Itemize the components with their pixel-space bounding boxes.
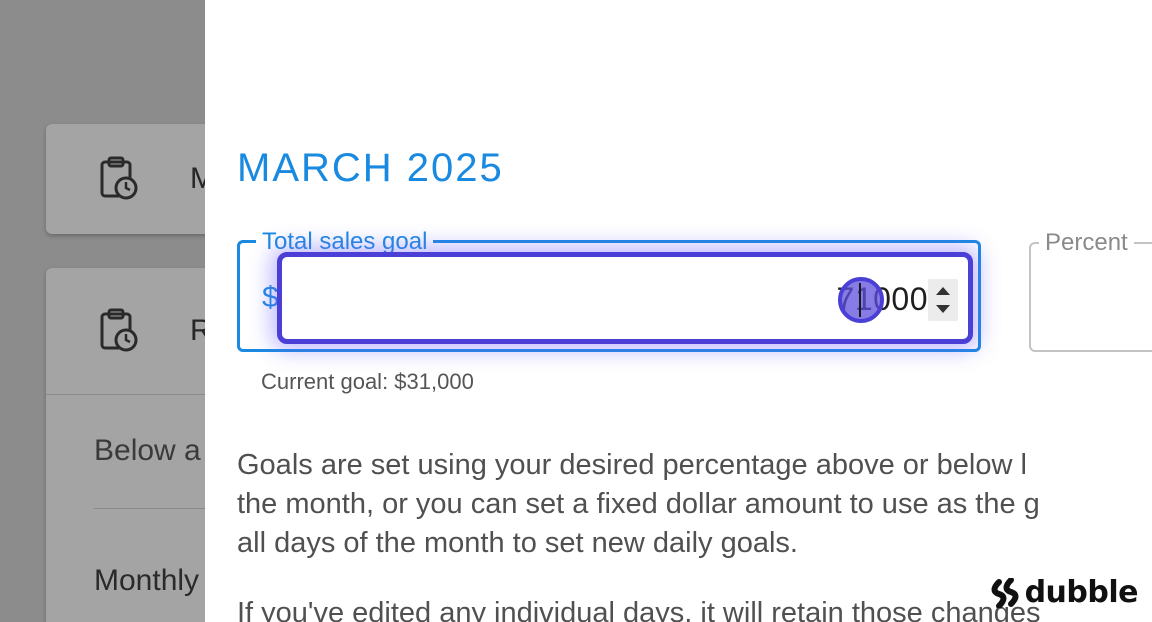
total-sales-goal-input[interactable]: 71000 (277, 252, 973, 344)
description-line: Goals are set using your desired percent… (237, 449, 1027, 481)
goal-description: Goals are set using your desired percent… (237, 446, 1152, 563)
percent-label: Percent (1039, 228, 1134, 258)
dubble-watermark: dubble (991, 575, 1139, 610)
description-line: the month, or you can set a fixed dollar… (237, 488, 1040, 520)
dubble-logo-icon (991, 577, 1019, 608)
click-indicator (838, 277, 884, 323)
stepper-down-icon[interactable] (936, 305, 950, 313)
text-cursor (859, 283, 861, 317)
clipboard-clock-icon (100, 156, 138, 200)
number-stepper[interactable] (928, 279, 958, 321)
stepper-up-icon[interactable] (936, 287, 950, 295)
background-text: Below a (94, 434, 201, 467)
month-title: MARCH 2025 (237, 146, 504, 190)
background-text: Monthly (94, 564, 200, 597)
watermark-text: dubble (1024, 575, 1139, 610)
goal-drawer: MARCH 2025 Total sales goal $ 71000 Curr… (205, 0, 1152, 622)
screen: M R Below a Monthly MARCH 2025 Total sal… (0, 0, 1152, 622)
description-line: all days of the month to set new daily g… (237, 527, 798, 559)
percent-field[interactable]: Percent (1029, 228, 1152, 352)
clipboard-clock-icon (100, 308, 138, 352)
current-goal-helper: Current goal: $31,000 (261, 369, 474, 394)
